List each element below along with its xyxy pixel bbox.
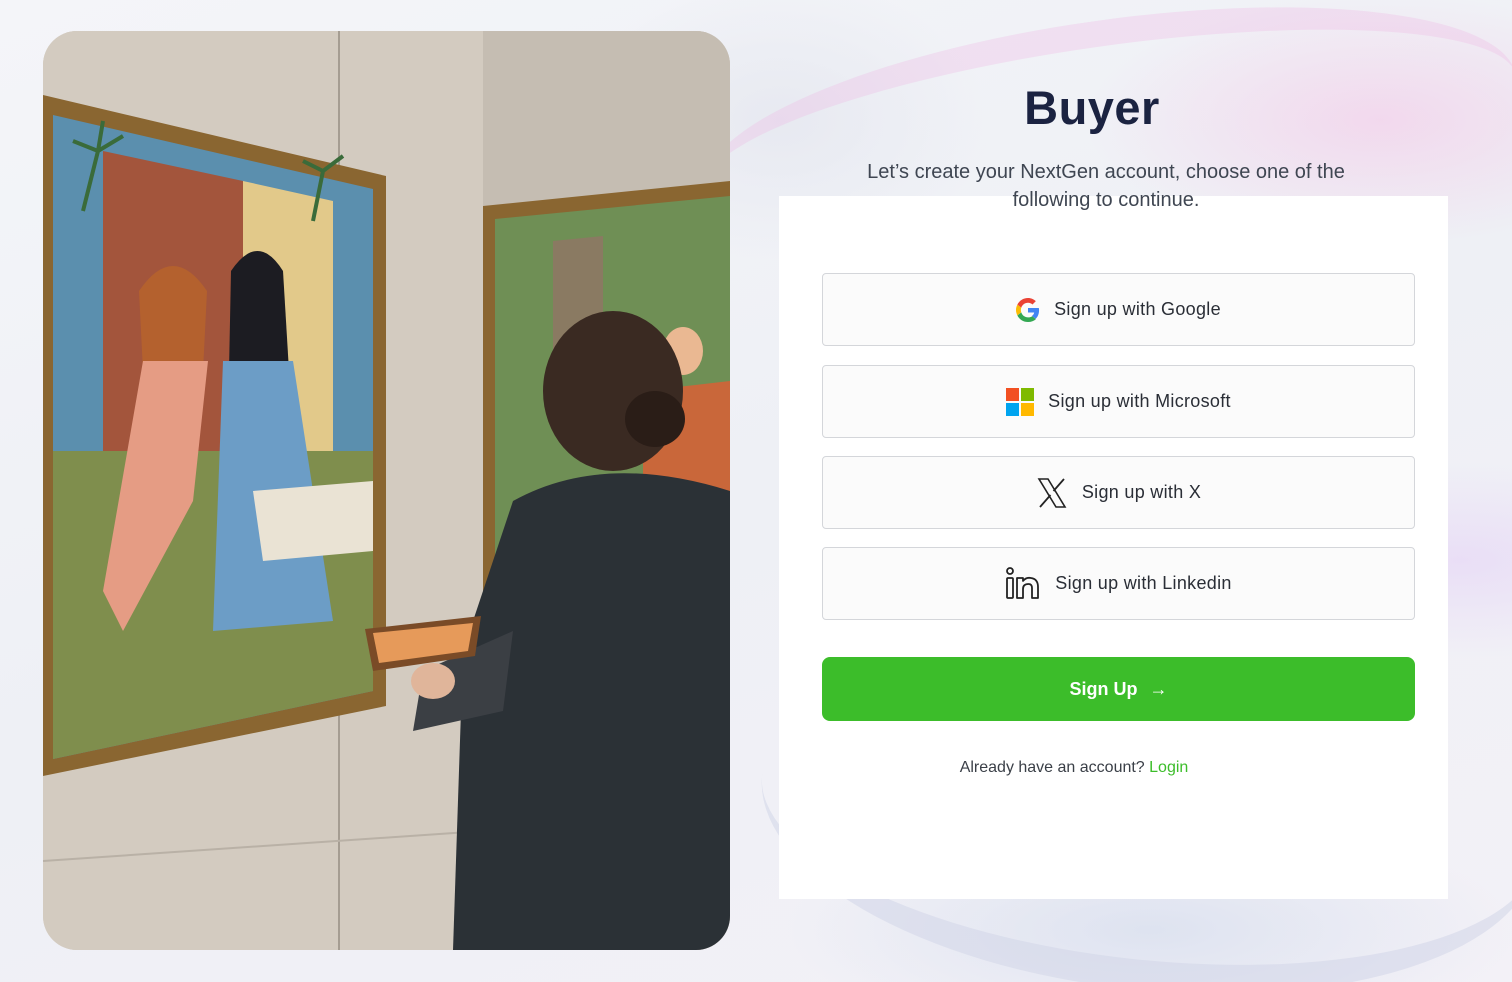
- gallery-artwork-image: [43, 31, 730, 950]
- page-title: Buyer: [1024, 81, 1160, 134]
- x-signup-button[interactable]: Sign up with X: [822, 456, 1415, 529]
- google-signup-label: Sign up with Google: [1054, 299, 1221, 319]
- signup-card: Sign up with Google Sign up with Microso…: [779, 196, 1448, 899]
- signup-page: Buyer Sign up with Google Sign up with M…: [0, 0, 1512, 982]
- microsoft-icon: [1006, 387, 1035, 416]
- gallery-illustration: [43, 31, 730, 950]
- google-signup-button[interactable]: Sign up with Google: [822, 273, 1415, 346]
- microsoft-signup-label: Sign up with Microsoft: [1048, 391, 1231, 411]
- microsoft-signup-button[interactable]: Sign up with Microsoft: [822, 365, 1415, 438]
- signup-button[interactable]: Sign Up →: [822, 657, 1415, 721]
- login-prompt-text: Already have an account?: [959, 759, 1145, 776]
- x-icon: [1036, 477, 1068, 509]
- x-signup-label: Sign up with X: [1081, 482, 1202, 502]
- page-subtitle: Let’s create your NextGen account, choos…: [867, 161, 1345, 211]
- linkedin-signup-button[interactable]: Sign up with Linkedin: [822, 547, 1415, 620]
- linkedin-signup-label: Sign up with Linkedin: [1055, 573, 1232, 593]
- signup-button-label: Sign Up: [1069, 678, 1138, 699]
- arrow-right-icon: →: [1149, 678, 1168, 699]
- linkedin-icon: [1005, 566, 1041, 602]
- google-icon: [1016, 297, 1040, 322]
- login-prompt: Already have an account? Login: [779, 759, 1369, 777]
- login-link[interactable]: Login: [1149, 759, 1188, 776]
